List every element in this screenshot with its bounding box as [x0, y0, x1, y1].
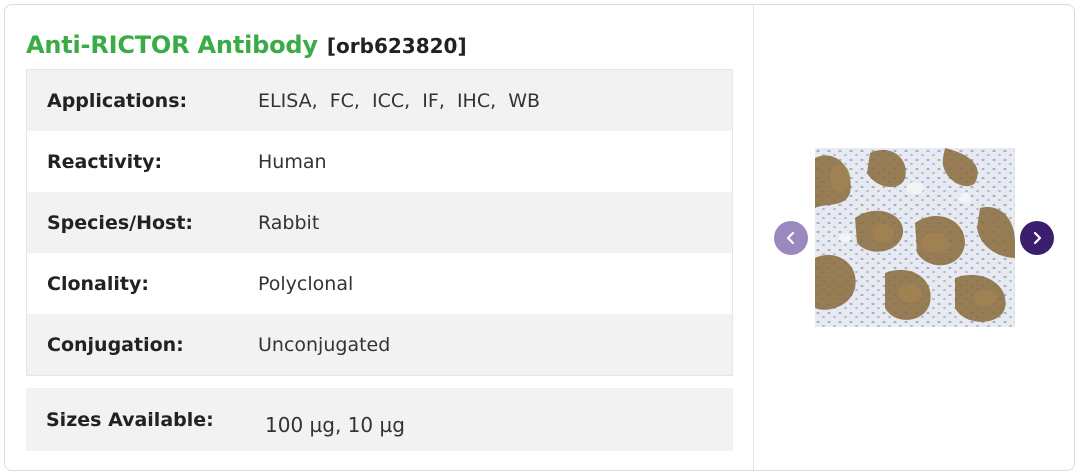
sizes-value: 100 µg, 10 µg [265, 412, 405, 437]
gallery-prev-button[interactable] [774, 221, 808, 255]
spec-row-species-host: Species/Host: Rabbit [27, 192, 732, 253]
gallery-next-button[interactable] [1020, 221, 1054, 255]
product-image-ihc[interactable] [815, 148, 1015, 327]
spec-label: Clonality: [47, 272, 149, 295]
spec-label: Reactivity: [47, 150, 163, 173]
product-card: Anti-RICTOR Antibody [orb623820] Applica… [4, 4, 1075, 471]
product-details: Anti-RICTOR Antibody [orb623820] Applica… [5, 5, 753, 470]
image-gallery [754, 5, 1074, 470]
catalog-number: [orb623820] [326, 34, 467, 58]
spec-label: Applications: [47, 89, 188, 112]
spec-row-clonality: Clonality: Polyclonal [27, 253, 732, 314]
spec-value: Rabbit [258, 211, 320, 234]
spec-label: Conjugation: [47, 333, 184, 356]
ihc-tissue-image [815, 148, 1015, 327]
product-heading: Anti-RICTOR Antibody [orb623820] [26, 31, 467, 59]
spec-row-reactivity: Reactivity: Human [27, 131, 732, 192]
spec-label: Species/Host: [47, 211, 194, 234]
sizes-label: Sizes Available: [46, 408, 214, 431]
spec-table: Applications: ELISA, FC, ICC, IF, IHC, W… [26, 69, 733, 376]
product-title[interactable]: Anti-RICTOR Antibody [26, 31, 318, 59]
spec-value: ELISA, FC, ICC, IF, IHC, WB [258, 89, 541, 112]
spec-value: Polyclonal [258, 272, 354, 295]
spec-value: Unconjugated [258, 333, 391, 356]
chevron-right-icon [1033, 231, 1042, 245]
sizes-available: Sizes Available: 100 µg, 10 µg [26, 388, 733, 451]
chevron-left-icon [786, 231, 795, 245]
spec-value: Human [258, 150, 327, 173]
spec-row-applications: Applications: ELISA, FC, ICC, IF, IHC, W… [27, 70, 732, 131]
spec-row-conjugation: Conjugation: Unconjugated [27, 314, 732, 375]
